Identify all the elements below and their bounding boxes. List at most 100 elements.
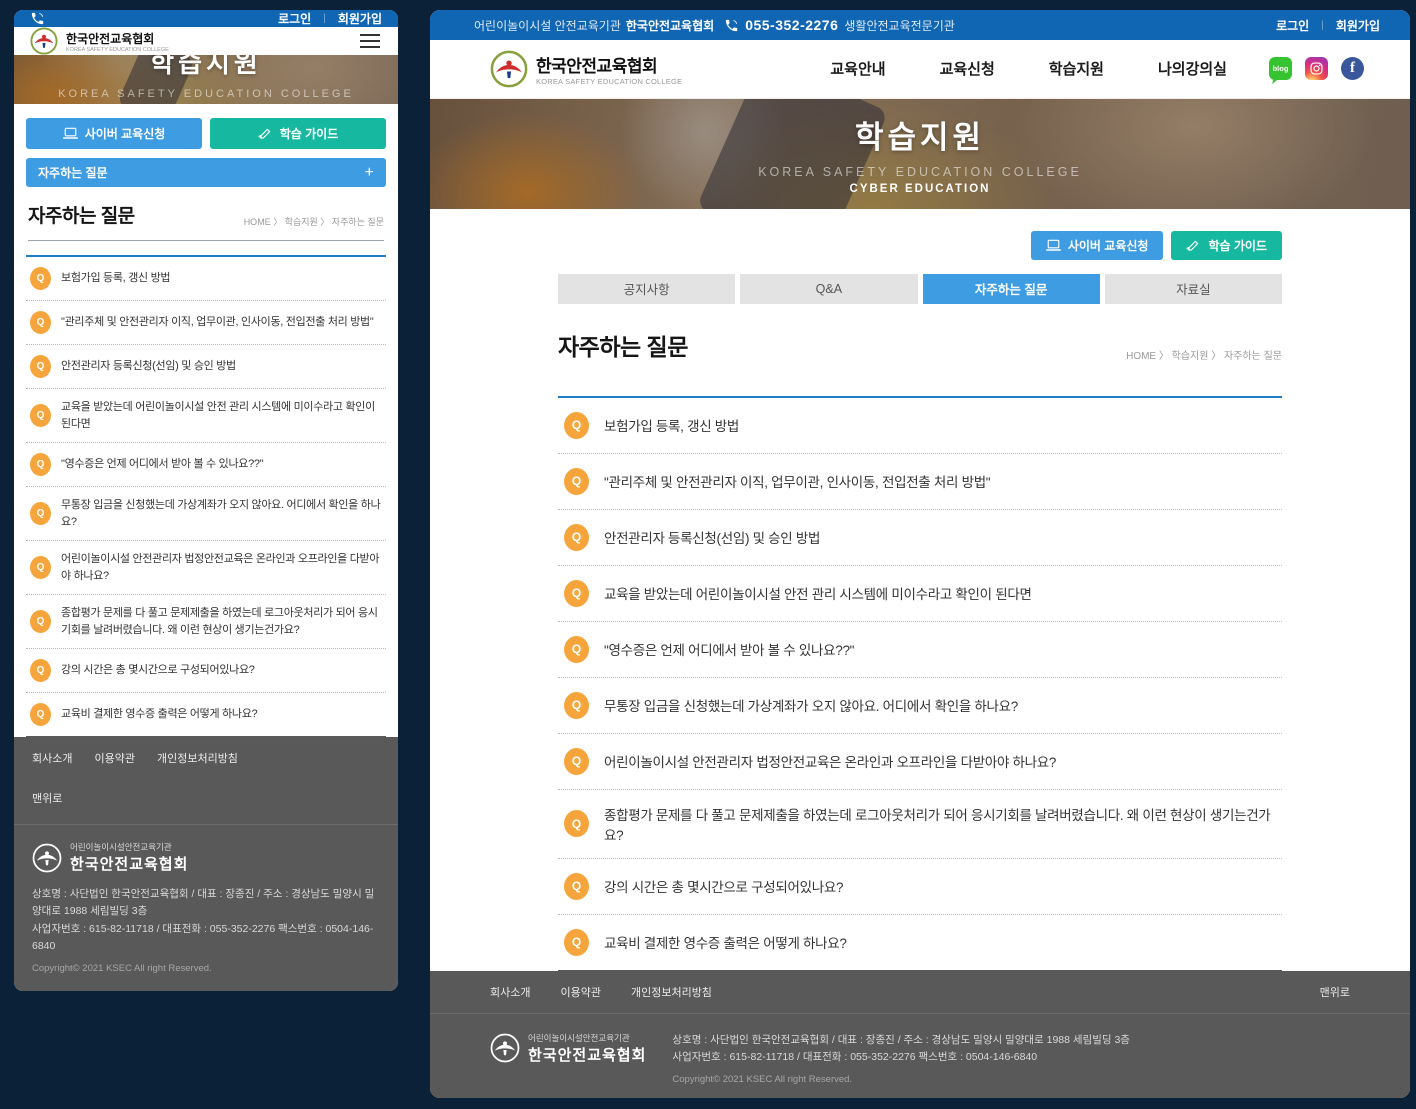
faq-question: "영수증은 언제 어디에서 받아 볼 수 있나요??"	[61, 456, 263, 473]
footer-logo: 어린이놀이시설안전교육기관 한국안전교육협회	[490, 1032, 646, 1065]
faq-item[interactable]: Q 보험가입 등록, 갱신 방법	[558, 398, 1282, 454]
faq-item[interactable]: Q 교육을 받았는데 어린이놀이시설 안전 관리 시스템에 미이수라고 확인이 …	[26, 389, 386, 443]
footer-link-privacy[interactable]: 개인정보처리방침	[631, 984, 712, 1000]
faq-item[interactable]: Q 종합평가 문제를 다 풀고 문제제출을 하였는데 로그아웃처리가 되어 응시…	[26, 595, 386, 649]
facebook-icon[interactable]: f	[1341, 57, 1364, 80]
faq-question: 강의 시간은 총 몇시간으로 구성되어있나요?	[61, 662, 255, 679]
q-badge-icon: Q	[564, 873, 589, 900]
faq-item[interactable]: Q 강의 시간은 총 몇시간으로 구성되어있나요?	[26, 649, 386, 693]
study-guide-button[interactable]: 학습 가이드	[1171, 231, 1282, 260]
back-to-top-link[interactable]: 맨위로	[1320, 984, 1350, 1000]
faq-question: 어린이놀이시설 안전관리자 법정안전교육은 온라인과 오프라인을 다받아야 하나…	[61, 551, 382, 584]
study-guide-button[interactable]: 학습 가이드	[210, 118, 386, 149]
q-badge-icon: Q	[30, 267, 51, 290]
faq-question: 종합평가 문제를 다 풀고 문제제출을 하였는데 로그아웃처리가 되어 응시기회…	[61, 605, 382, 638]
tab-notice[interactable]: 공지사항	[558, 274, 735, 304]
footer-info-line1: 상호명 : 사단법인 한국안전교육협회 / 대표 : 장종진 / 주소 : 경상…	[32, 886, 380, 921]
page-title-row: 자주하는 질문 HOME 〉 학습지원 〉 자주하는 질문	[28, 201, 384, 228]
action-buttons: 사이버 교육신청 학습 가이드	[558, 231, 1282, 260]
footer-link-terms[interactable]: 이용약관	[94, 750, 134, 766]
faq-item[interactable]: Q 교육비 결제한 영수증 출력은 어떻게 하나요?	[26, 693, 386, 737]
faq-item[interactable]: Q 안전관리자 등록신청(선임) 및 승인 방법	[558, 510, 1282, 566]
page-title: 자주하는 질문	[558, 328, 688, 362]
menu-icon[interactable]	[358, 30, 382, 52]
desktop-content: 사이버 교육신청 학습 가이드 공지사항 Q&A 자주하는 질문 자료실 자주하…	[558, 209, 1282, 971]
faq-question: 안전관리자 등록신청(선임) 및 승인 방법	[61, 358, 236, 375]
topbar-tagline: 생활안전교육전문기관	[844, 17, 954, 34]
q-badge-icon: Q	[30, 355, 51, 378]
footer-info-line1: 상호명 : 사단법인 한국안전교육협회 / 대표 : 장종진 / 주소 : 경상…	[672, 1032, 1130, 1049]
pencil-icon	[258, 127, 273, 140]
faq-item[interactable]: Q 교육비 결제한 영수증 출력은 어떻게 하나요?	[558, 915, 1282, 971]
faq-item[interactable]: Q "관리주체 및 안전관리자 이직, 업무이관, 인사이동, 전입전출 처리 …	[26, 301, 386, 345]
faq-item[interactable]: Q "관리주체 및 안전관리자 이직, 업무이관, 인사이동, 전입전출 처리 …	[558, 454, 1282, 510]
site-logo[interactable]: 한국안전교육협회 KOREA SAFETY EDUCATION COLLEGE	[30, 27, 169, 55]
laptop-icon	[63, 127, 78, 140]
logo-name-ko: 한국안전교육협회	[66, 30, 169, 47]
auth-divider: |	[323, 13, 326, 24]
nav-item[interactable]: 교육안내	[830, 58, 885, 79]
plus-icon: +	[365, 164, 374, 182]
q-badge-icon: Q	[30, 610, 51, 633]
footer-link-privacy[interactable]: 개인정보처리방침	[157, 750, 238, 766]
faq-question: 교육을 받았는데 어린이놀이시설 안전 관리 시스템에 미이수라고 확인이 된다…	[61, 399, 382, 432]
site-logo[interactable]: 한국안전교육협회 KOREA SAFETY EDUCATION COLLEGE	[490, 50, 682, 88]
signup-link[interactable]: 회원가입	[338, 10, 382, 27]
cyber-apply-button[interactable]: 사이버 교육신청	[1031, 231, 1164, 260]
tab-faq[interactable]: 자주하는 질문	[923, 274, 1100, 304]
faq-item[interactable]: Q 어린이놀이시설 안전관리자 법정안전교육은 온라인과 오프라인을 다받아야 …	[26, 541, 386, 595]
emblem-icon	[490, 50, 528, 88]
faq-item[interactable]: Q "영수증은 언제 어디에서 받아 볼 수 있나요??"	[26, 443, 386, 487]
footer-info: 어린이놀이시설안전교육기관 한국안전교육협회 상호명 : 사단법인 한국안전교육…	[14, 825, 398, 991]
nav-item[interactable]: 학습지원	[1049, 58, 1104, 79]
login-link[interactable]: 로그인	[1276, 17, 1309, 34]
cyber-apply-button[interactable]: 사이버 교육신청	[26, 118, 202, 149]
footer-info: 어린이놀이시설안전교육기관 한국안전교육협회 상호명 : 사단법인 한국안전교육…	[430, 1014, 1410, 1098]
mobile-content: 사이버 교육신청 학습 가이드 자주하는 질문 + 자주하는 질문 HOME 〉…	[14, 104, 398, 737]
phone-icon	[30, 11, 45, 26]
faq-item[interactable]: Q 어린이놀이시설 안전관리자 법정안전교육은 온라인과 오프라인을 다받아야 …	[558, 734, 1282, 790]
faq-question: 교육비 결제한 영수증 출력은 어떻게 하나요?	[604, 932, 847, 952]
topbar-phone-number[interactable]: 055-352-2276	[745, 17, 838, 33]
topbar-org-name: 한국안전교육협회	[626, 17, 714, 34]
footer-company-info: 상호명 : 사단법인 한국안전교육협회 / 대표 : 장종진 / 주소 : 경상…	[32, 886, 380, 977]
nav-item[interactable]: 교육신청	[940, 58, 995, 79]
faq-item[interactable]: Q 종합평가 문제를 다 풀고 문제제출을 하였는데 로그아웃처리가 되어 응시…	[558, 790, 1282, 859]
back-to-top-link[interactable]: 맨위로	[32, 790, 380, 810]
page-title: 자주하는 질문	[28, 201, 135, 228]
footer-link-about[interactable]: 회사소개	[490, 984, 530, 1000]
tab-qna[interactable]: Q&A	[740, 274, 917, 304]
tab-archive[interactable]: 자료실	[1105, 274, 1282, 304]
instagram-icon[interactable]	[1305, 57, 1328, 80]
faq-item[interactable]: Q 안전관리자 등록신청(선임) 및 승인 방법	[26, 345, 386, 389]
footer-company-info: 상호명 : 사단법인 한국안전교육협회 / 대표 : 장종진 / 주소 : 경상…	[672, 1032, 1130, 1088]
faq-question: 안전관리자 등록신청(선임) 및 승인 방법	[604, 527, 820, 547]
faq-question: 어린이놀이시설 안전관리자 법정안전교육은 온라인과 오프라인을 다받아야 하나…	[604, 751, 1056, 771]
footer-copyright: Copyright© 2021 KSEC All right Reserved.	[32, 961, 380, 977]
faq-item[interactable]: Q 무통장 입금을 신청했는데 가상계좌가 오지 않아요. 어디에서 확인을 하…	[26, 487, 386, 541]
footer-link-about[interactable]: 회사소개	[32, 750, 72, 766]
faq-question: 보험가입 등록, 갱신 방법	[61, 270, 170, 287]
action-buttons: 사이버 교육신청 학습 가이드	[26, 118, 386, 149]
nav-item[interactable]: 나의강의실	[1158, 58, 1227, 79]
faq-item[interactable]: Q 무통장 입금을 신청했는데 가상계좌가 오지 않아요. 어디에서 확인을 하…	[558, 678, 1282, 734]
hero-title: 학습지원	[855, 112, 985, 157]
q-badge-icon: Q	[564, 692, 589, 719]
footer-link-terms[interactable]: 이용약관	[560, 984, 600, 1000]
faq-item[interactable]: Q 교육을 받았는데 어린이놀이시설 안전 관리 시스템에 미이수라고 확인이 …	[558, 566, 1282, 622]
mobile-viewport: 로그인 | 회원가입 한국안전교육협회 KOREA SAFETY EDUCATI…	[14, 10, 398, 991]
q-badge-icon: Q	[30, 502, 51, 525]
faq-section-dropdown[interactable]: 자주하는 질문 +	[26, 158, 386, 187]
faq-list: Q 보험가입 등록, 갱신 방법 Q "관리주체 및 안전관리자 이직, 업무이…	[558, 396, 1282, 971]
login-link[interactable]: 로그인	[278, 10, 311, 27]
blog-icon[interactable]: blog	[1269, 57, 1292, 80]
q-badge-icon: Q	[564, 580, 589, 607]
hero-subtitle: KOREA SAFETY EDUCATION COLLEGE	[758, 165, 1082, 179]
faq-item[interactable]: Q 보험가입 등록, 갱신 방법	[26, 257, 386, 301]
signup-link[interactable]: 회원가입	[1336, 17, 1380, 34]
faq-item[interactable]: Q "영수증은 언제 어디에서 받아 볼 수 있나요??"	[558, 622, 1282, 678]
instagram-glyph	[1310, 62, 1323, 75]
auth-divider: |	[1321, 20, 1324, 31]
page-title-row: 자주하는 질문 HOME 〉 학습지원 〉 자주하는 질문	[558, 328, 1282, 362]
faq-item[interactable]: Q 강의 시간은 총 몇시간으로 구성되어있나요?	[558, 859, 1282, 915]
